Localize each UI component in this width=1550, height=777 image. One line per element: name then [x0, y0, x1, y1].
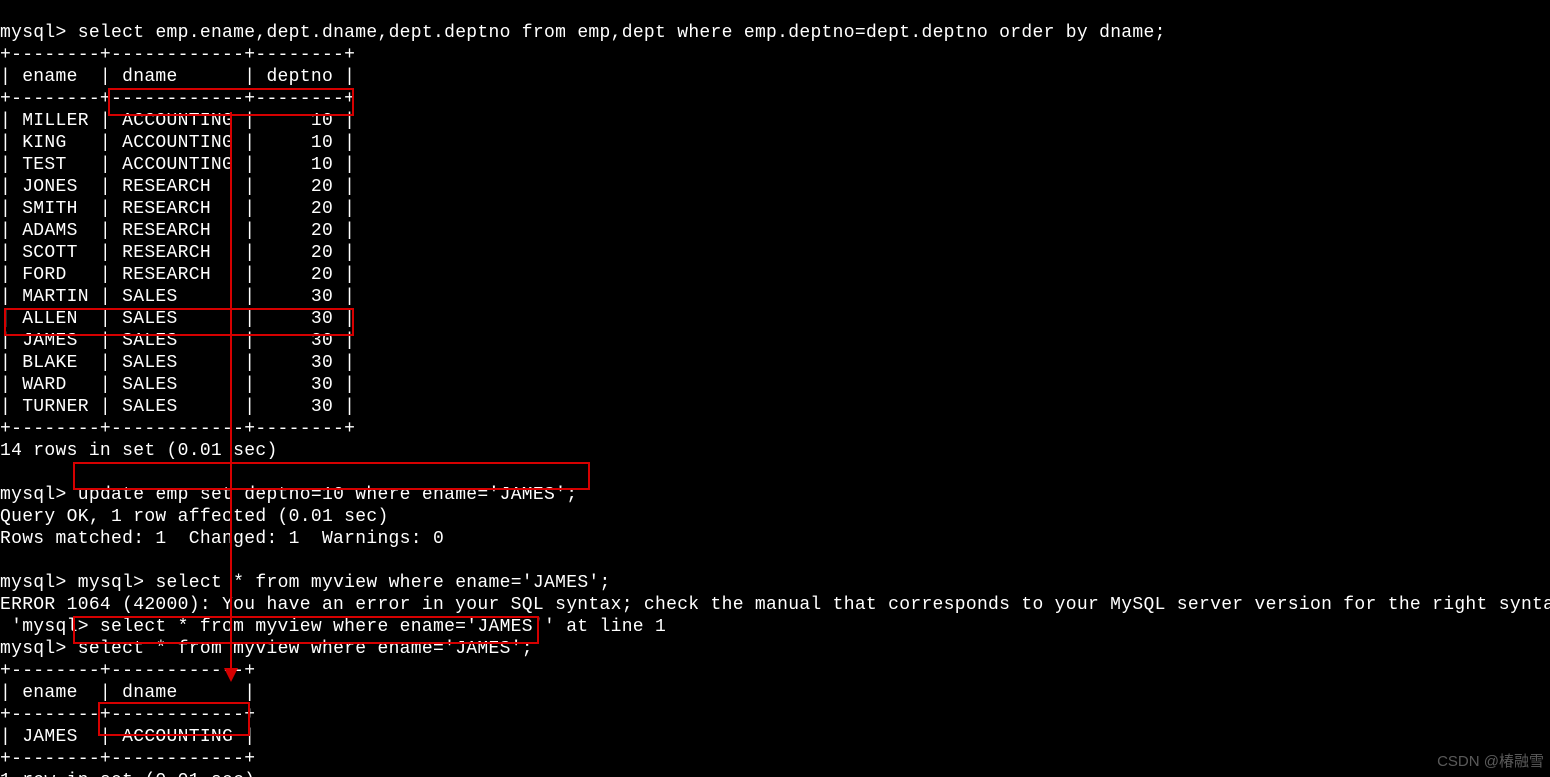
- table-row: | JAMES | SALES | 30 |: [0, 331, 355, 351]
- table-row: | BLAKE | SALES | 30 |: [0, 353, 355, 373]
- table-divider: +--------+------------+--------+: [0, 45, 355, 65]
- table-divider: +--------+------------+--------+: [0, 89, 355, 109]
- query-line: mysql> select emp.ename,dept.dname,dept.…: [0, 23, 1166, 43]
- table-divider: +--------+------------+: [0, 705, 255, 725]
- query-ok: Query OK, 1 row affected (0.01 sec): [0, 507, 389, 527]
- table-row: | SCOTT | RESEARCH | 20 |: [0, 243, 355, 263]
- rows-matched: Rows matched: 1 Changed: 1 Warnings: 0: [0, 529, 444, 549]
- error-line: 'mysql> select * from myview where ename…: [0, 617, 666, 637]
- error-line: ERROR 1064 (42000): You have an error in…: [0, 595, 1550, 615]
- table-header: | ename | dname | deptno |: [0, 67, 355, 87]
- terminal-output[interactable]: mysql> select emp.ename,dept.dname,dept.…: [0, 0, 1550, 777]
- table-row: | ADAMS | RESEARCH | 20 |: [0, 221, 355, 241]
- table-row: | MILLER | ACCOUNTING | 10 |: [0, 111, 355, 131]
- table-row: | MARTIN | SALES | 30 |: [0, 287, 355, 307]
- table-row: | ALLEN | SALES | 30 |: [0, 309, 355, 329]
- table-divider: +--------+------------+--------+: [0, 419, 355, 439]
- table-divider: +--------+------------+: [0, 749, 255, 769]
- table-row: | SMITH | RESEARCH | 20 |: [0, 199, 355, 219]
- table-row: | KING | ACCOUNTING | 10 |: [0, 133, 355, 153]
- bad-query-line: mysql> mysql> select * from myview where…: [0, 573, 611, 593]
- table-header: | ename | dname |: [0, 683, 255, 703]
- query-line: mysql> select * from myview where ename=…: [0, 639, 533, 659]
- table-row: | JONES | RESEARCH | 20 |: [0, 177, 355, 197]
- table-row: | TEST | ACCOUNTING | 10 |: [0, 155, 355, 175]
- table-divider: +--------+------------+: [0, 661, 255, 681]
- table-row: | TURNER | SALES | 30 |: [0, 397, 355, 417]
- table-row: | WARD | SALES | 30 |: [0, 375, 355, 395]
- rows-in-set: 14 rows in set (0.01 sec): [0, 441, 278, 461]
- update-line: mysql> update emp set deptno=10 where en…: [0, 485, 577, 505]
- table-row: | FORD | RESEARCH | 20 |: [0, 265, 355, 285]
- watermark: CSDN @椿融雪: [1437, 751, 1544, 773]
- rows-in-set: 1 row in set (0.01 sec): [0, 771, 255, 777]
- table-row: | JAMES | ACCOUNTING |: [0, 727, 255, 747]
